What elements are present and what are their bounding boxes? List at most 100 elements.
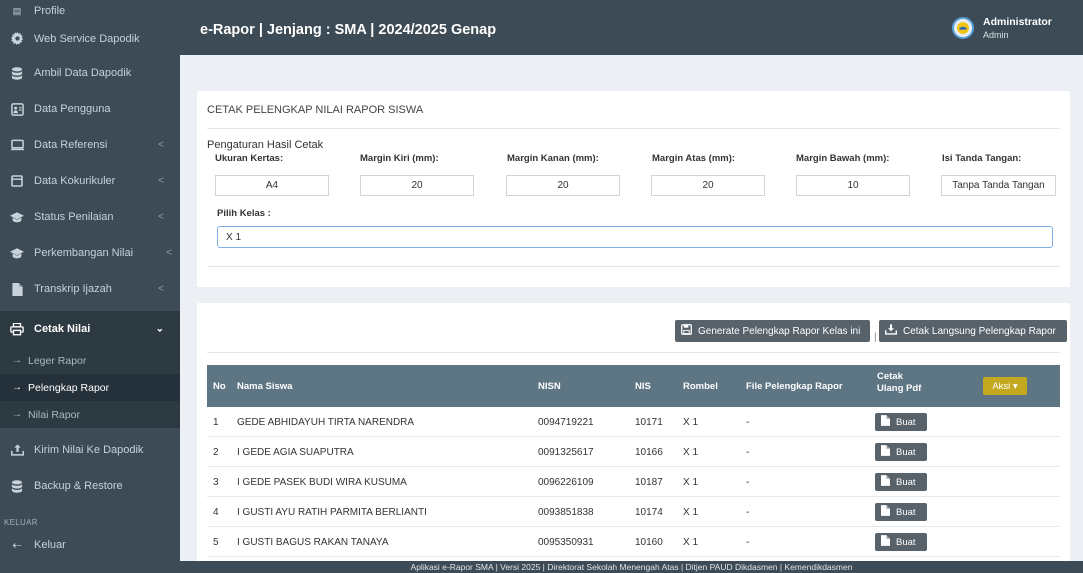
cell-nisn: 0096226109 bbox=[538, 476, 594, 488]
sidebar-item-label: Data Pengguna bbox=[34, 103, 111, 115]
sidebar-item-label: Perkembangan Nilai bbox=[34, 247, 134, 259]
cell-nama: I GEDE AGIA SUAPUTRA bbox=[237, 446, 354, 458]
buat-button[interactable]: Buat bbox=[875, 473, 927, 491]
aksi-dropdown-button[interactable]: Aksi ▾ bbox=[983, 377, 1027, 395]
table-row: 4 I GUSTI AYU RATIH PARMITA BERLIANTI 0093… bbox=[207, 497, 1060, 527]
sidebar-item-backup-restore[interactable]: Backup & Restore bbox=[0, 468, 180, 504]
tanda-tangan-select[interactable]: Tanpa Tanda Tangan bbox=[941, 175, 1056, 196]
sidebar-item-label: Ambil Data Dapodik bbox=[34, 67, 132, 79]
sidebar-item-ambil-data-dapodik[interactable]: Ambil Data Dapodik bbox=[0, 55, 180, 91]
pilih-kelas-select[interactable]: X 1 bbox=[217, 226, 1053, 248]
header-file: File Pelengkap Rapor bbox=[746, 380, 843, 392]
cell-file: - bbox=[746, 476, 750, 488]
sidebar-subitem-leger-rapor[interactable]: → Leger Rapor bbox=[0, 347, 180, 374]
sidebar-subitem-label: Nilai Rapor bbox=[28, 408, 80, 421]
cell-nama: I GUSTI AYU RATIH PARMITA BERLIANTI bbox=[237, 506, 427, 518]
buat-label: Buat bbox=[896, 536, 916, 548]
profile-icon: ▤ bbox=[12, 5, 22, 16]
table-row: 2 I GEDE AGIA SUAPUTRA 0091325617 10166 X 1 -… bbox=[207, 437, 1060, 467]
download-icon bbox=[885, 324, 897, 338]
sidebar-item-keluar[interactable]: ⇠ Keluar bbox=[0, 534, 180, 556]
buat-button[interactable]: Buat bbox=[875, 533, 927, 551]
cell-file: - bbox=[746, 506, 750, 518]
sidebar-item-label: Transkrip Ijazah bbox=[34, 283, 112, 295]
table-row: 3 I GEDE PASEK BUDI WIRA KUSUMA 0096226109… bbox=[207, 467, 1060, 497]
sidebar-item-perkembangan-nilai[interactable]: Perkembangan Nilai < bbox=[0, 235, 180, 271]
cell-nisn: 0091325617 bbox=[538, 446, 594, 458]
sidebar-item-label: Profile bbox=[34, 5, 66, 17]
ukuran-kertas-label: Ukuran Kertas: bbox=[215, 153, 284, 164]
sidebar-subitem-nilai-rapor[interactable]: → Nilai Rapor bbox=[0, 401, 180, 428]
sidebar-item-label: Data Kokurikuler bbox=[34, 175, 116, 187]
tut-wuri-handayani-logo bbox=[952, 17, 974, 39]
sidebar-item-label: Cetak Nilai bbox=[34, 323, 91, 335]
arrow-right-icon: → bbox=[12, 409, 22, 420]
print-settings-panel: CETAK PELENGKAP NILAI RAPOR SISWA Pengat… bbox=[197, 91, 1070, 287]
sidebar-item-status-penilaian[interactable]: Status Penilaian < bbox=[0, 199, 180, 235]
cell-no: 5 bbox=[213, 536, 219, 548]
database-icon bbox=[10, 66, 24, 80]
sidebar-item-data-kokurikuler[interactable]: Data Kokurikuler < bbox=[0, 163, 180, 199]
sidebar-subitem-pelengkap-rapor[interactable]: → Pelengkap Rapor bbox=[0, 374, 180, 401]
sidebar-item-label: Kirim Nilai Ke Dapodik bbox=[34, 444, 144, 456]
buat-label: Buat bbox=[896, 476, 916, 488]
sidebar-item-profile[interactable]: ▤ Profile bbox=[0, 0, 180, 22]
cell-rombel: X 1 bbox=[683, 416, 699, 428]
margin-atas-label: Margin Atas (mm): bbox=[652, 153, 736, 164]
buat-button[interactable]: Buat bbox=[875, 443, 927, 461]
sidebar-section-header: KELUAR bbox=[4, 518, 38, 527]
chevron-left-icon: < bbox=[158, 175, 164, 187]
sidebar-item-cetak-nilai[interactable]: Cetak Nilai ⌄ bbox=[0, 311, 180, 347]
arrow-right-icon: → bbox=[12, 382, 22, 393]
cetak-langsung-button[interactable]: Cetak Langsung Pelengkap Rapor bbox=[879, 320, 1067, 342]
header-nisn: NISN bbox=[538, 380, 561, 392]
sidebar-item-data-pengguna[interactable]: Data Pengguna bbox=[0, 91, 180, 127]
user-role: Admin bbox=[983, 30, 1009, 40]
header-rombel: Rombel bbox=[683, 380, 718, 392]
user-name[interactable]: Administrator bbox=[983, 16, 1052, 28]
cell-nama: GEDE ABHIDAYUH TIRTA NARENDRA bbox=[237, 416, 415, 428]
table-header: No Nama Siswa NISN NIS Rombel File Pelen… bbox=[207, 365, 1060, 407]
margin-bawah-field[interactable]: 10 bbox=[796, 175, 910, 196]
save-icon bbox=[681, 324, 692, 338]
cell-no: 4 bbox=[213, 506, 219, 518]
window-icon bbox=[10, 174, 24, 188]
file-icon bbox=[881, 505, 890, 519]
buat-label: Buat bbox=[896, 446, 916, 458]
cell-nisn: 0093851838 bbox=[538, 506, 594, 518]
pilih-kelas-label: Pilih Kelas : bbox=[217, 208, 271, 219]
sidebar-item-label: Backup & Restore bbox=[34, 480, 123, 492]
cell-no: 2 bbox=[213, 446, 219, 458]
margin-kiri-field[interactable]: 20 bbox=[360, 175, 474, 196]
sidebar: ▤ Profile Web Service Dapodik Ambil Data… bbox=[0, 0, 180, 573]
sidebar-subitem-label: Leger Rapor bbox=[28, 354, 87, 367]
button-separator: | bbox=[874, 332, 877, 343]
cell-file: - bbox=[746, 446, 750, 458]
sidebar-item-web-service-dapodik[interactable]: Web Service Dapodik bbox=[0, 22, 180, 55]
margin-kiri-label: Margin Kiri (mm): bbox=[360, 153, 439, 164]
margin-kanan-field[interactable]: 20 bbox=[506, 175, 620, 196]
cell-rombel: X 1 bbox=[683, 446, 699, 458]
cell-nisn: 0094719221 bbox=[538, 416, 594, 428]
ukuran-kertas-field[interactable]: A4 bbox=[215, 175, 329, 196]
buat-button[interactable]: Buat bbox=[875, 413, 927, 431]
footer: Aplikasi e-Rapor SMA | Versi 2025 | Dire… bbox=[180, 561, 1083, 573]
sidebar-item-kirim-nilai[interactable]: Kirim Nilai Ke Dapodik bbox=[0, 432, 180, 468]
generate-pelengkap-button[interactable]: Generate Pelengkap Rapor Kelas ini bbox=[675, 320, 870, 342]
sidebar-item-transkrip-ijazah[interactable]: Transkrip Ijazah < bbox=[0, 271, 180, 307]
sidebar-item-label: Keluar bbox=[34, 539, 66, 551]
divider bbox=[207, 352, 1060, 353]
chevron-left-icon: < bbox=[158, 283, 164, 295]
sidebar-item-data-referensi[interactable]: Data Referensi < bbox=[0, 127, 180, 163]
table-row: 5 I GUSTI BAGUS RAKAN TANAYA 0095350931 101… bbox=[207, 527, 1060, 557]
cell-nisn: 0095350931 bbox=[538, 536, 594, 548]
cell-nama: I GEDE PASEK BUDI WIRA KUSUMA bbox=[237, 476, 407, 488]
header-nis: NIS bbox=[635, 380, 651, 392]
cell-nis: 10171 bbox=[635, 416, 663, 428]
cell-no: 3 bbox=[213, 476, 219, 488]
student-list-panel: Generate Pelengkap Rapor Kelas ini | Cet… bbox=[197, 303, 1070, 573]
margin-bawah-label: Margin Bawah (mm): bbox=[796, 153, 890, 164]
buat-button[interactable]: Buat bbox=[875, 503, 927, 521]
margin-atas-field[interactable]: 20 bbox=[651, 175, 765, 196]
divider bbox=[207, 266, 1060, 267]
